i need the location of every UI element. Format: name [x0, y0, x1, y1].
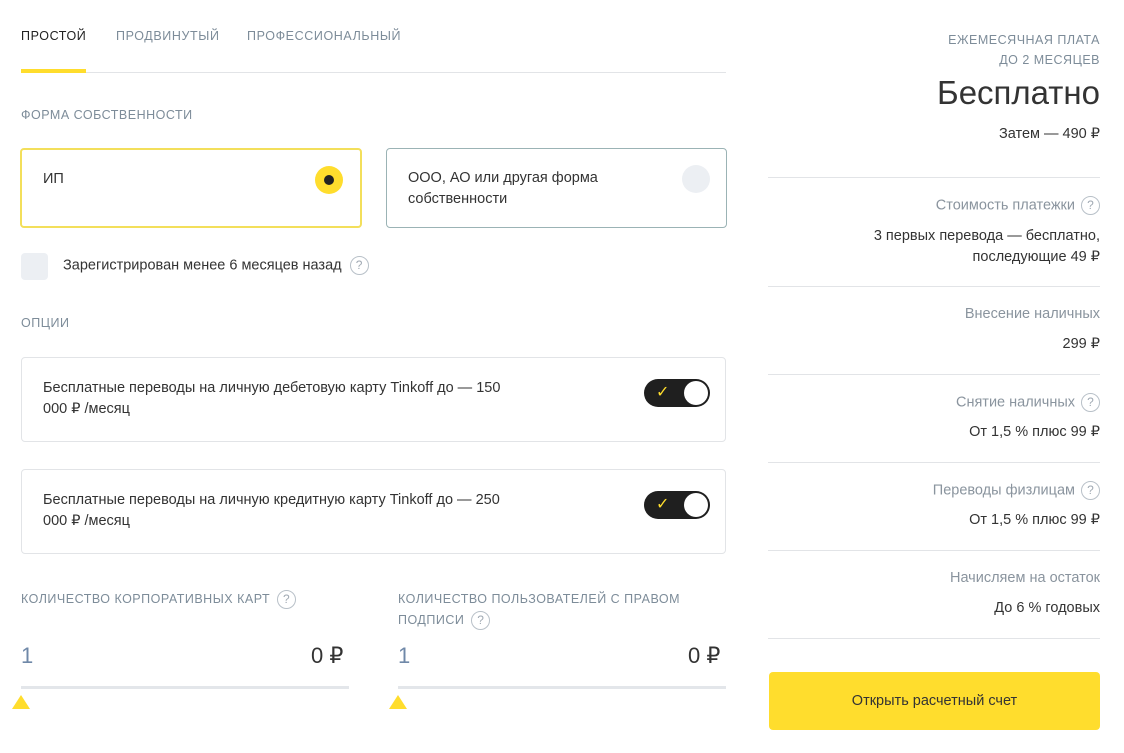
cash-deposit-label: Внесение наличных [964, 306, 1100, 322]
plan-tabs: ПРОСТОЙ ПРОДВИНУТЫЙ ПРОФЕССИОНАЛЬНЫЙ [21, 0, 726, 73]
row-value-line: последующие 49 ₽ [972, 249, 1100, 265]
signers-price: 0 ₽ [688, 643, 721, 668]
balance-interest-value: До 6 % годовых [994, 600, 1100, 616]
signers-label-text: КОЛИЧЕСТВО ПОЛЬЗОВАТЕЛЕЙ С ПРАВОМ ПОДПИС… [398, 592, 681, 627]
radio-unselected-icon[interactable] [682, 165, 710, 193]
ownership-option-label: ИП [43, 171, 64, 187]
signers-slider-track[interactable] [398, 686, 726, 689]
monthly-fee-caption: ЕЖЕМЕСЯЧНАЯ ПЛАТА ДО 2 МЕСЯЦЕВ [948, 30, 1100, 70]
individual-transfers-label: Переводы физлицам? [933, 481, 1100, 500]
ownership-option-ooo[interactable]: ООО, АО или другая форма собственности [386, 148, 727, 228]
row-label-text: Стоимость платежки [935, 197, 1075, 214]
checkmark-icon: ✓ [656, 496, 670, 513]
signers-slider-thumb[interactable] [389, 695, 407, 709]
corporate-cards-label-text: КОЛИЧЕСТВО КОРПОРАТИВНЫХ КАРТ [21, 592, 271, 606]
row-label-text: Снятие наличных [955, 394, 1075, 411]
row-value-line: 3 первых перевода — бесплатно, [873, 228, 1100, 244]
divider [768, 177, 1100, 178]
option-debit-toggle[interactable]: ✓ [644, 379, 710, 407]
monthly-fee-then: Затем — 490 ₽ [998, 126, 1100, 142]
registered-recently-text: Зарегистрирован менее 6 месяцев назад [63, 257, 342, 274]
individual-transfers-value: От 1,5 % плюс 99 ₽ [969, 512, 1100, 528]
tab-advanced[interactable]: ПРОДВИНУТЫЙ [116, 29, 220, 43]
options-section-label: ОПЦИИ [21, 316, 70, 330]
ownership-section-label: ФОРМА СОБСТВЕННОСТИ [21, 108, 193, 122]
open-account-button[interactable]: Открыть расчетный счет [769, 672, 1100, 730]
registered-recently-label: Зарегистрирован менее 6 месяцев назад ? [63, 256, 369, 275]
corporate-cards-value[interactable]: 1 [21, 643, 33, 669]
ownership-option-label: ООО, АО или другая форма собственности [408, 170, 598, 207]
radio-selected-icon[interactable] [315, 166, 343, 194]
option-card-credit: Бесплатные переводы на личную кредитную … [21, 469, 726, 554]
toggle-knob [684, 381, 708, 405]
tab-professional[interactable]: ПРОФЕССИОНАЛЬНЫЙ [247, 29, 401, 43]
option-credit-text: Бесплатные переводы на личную кредитную … [43, 492, 500, 529]
help-icon[interactable]: ? [1081, 196, 1100, 215]
help-icon[interactable]: ? [1081, 393, 1100, 412]
corporate-cards-slider-track[interactable] [21, 686, 349, 689]
payment-order-cost-label: Стоимость платежки? [936, 196, 1100, 215]
ownership-option-ip[interactable]: ИП [20, 148, 362, 228]
option-card-debit: Бесплатные переводы на личную дебетовую … [21, 357, 726, 442]
cash-withdrawal-label: Снятие наличных? [956, 393, 1100, 412]
checkmark-icon: ✓ [656, 384, 670, 401]
monthly-fee-caption-line: ДО 2 МЕСЯЦЕВ [999, 53, 1100, 67]
corporate-cards-slider-thumb[interactable] [12, 695, 30, 709]
cash-deposit-value: 299 ₽ [1062, 336, 1100, 352]
active-tab-indicator [21, 69, 86, 73]
option-credit-toggle[interactable]: ✓ [644, 491, 710, 519]
help-icon[interactable]: ? [349, 256, 369, 275]
balance-interest-label: Начисляем на остаток [949, 570, 1100, 586]
help-icon[interactable]: ? [471, 611, 491, 631]
signers-value[interactable]: 1 [398, 643, 410, 669]
monthly-fee-caption-line: ЕЖЕМЕСЯЧНАЯ ПЛАТА [948, 33, 1100, 47]
corporate-cards-label: КОЛИЧЕСТВО КОРПОРАТИВНЫХ КАРТ ? [21, 589, 321, 610]
registered-recently-checkbox[interactable] [21, 253, 48, 280]
divider [768, 286, 1100, 287]
option-debit-text: Бесплатные переводы на личную дебетовую … [43, 380, 501, 417]
payment-order-cost-value: 3 первых перевода — бесплатно, последующ… [874, 226, 1100, 268]
tab-simple[interactable]: ПРОСТОЙ [21, 29, 86, 43]
divider [768, 550, 1100, 551]
help-icon[interactable]: ? [277, 590, 297, 610]
toggle-knob [684, 493, 708, 517]
cash-withdrawal-value: От 1,5 % плюс 99 ₽ [969, 424, 1100, 440]
monthly-fee-value: Бесплатно [937, 74, 1100, 111]
signers-label: КОЛИЧЕСТВО ПОЛЬЗОВАТЕЛЕЙ С ПРАВОМ ПОДПИС… [398, 589, 718, 631]
divider [768, 462, 1100, 463]
row-label-text: Переводы физлицам [932, 482, 1075, 499]
help-icon[interactable]: ? [1081, 481, 1100, 500]
corporate-cards-price: 0 ₽ [311, 643, 344, 668]
divider [768, 374, 1100, 375]
divider [768, 638, 1100, 639]
